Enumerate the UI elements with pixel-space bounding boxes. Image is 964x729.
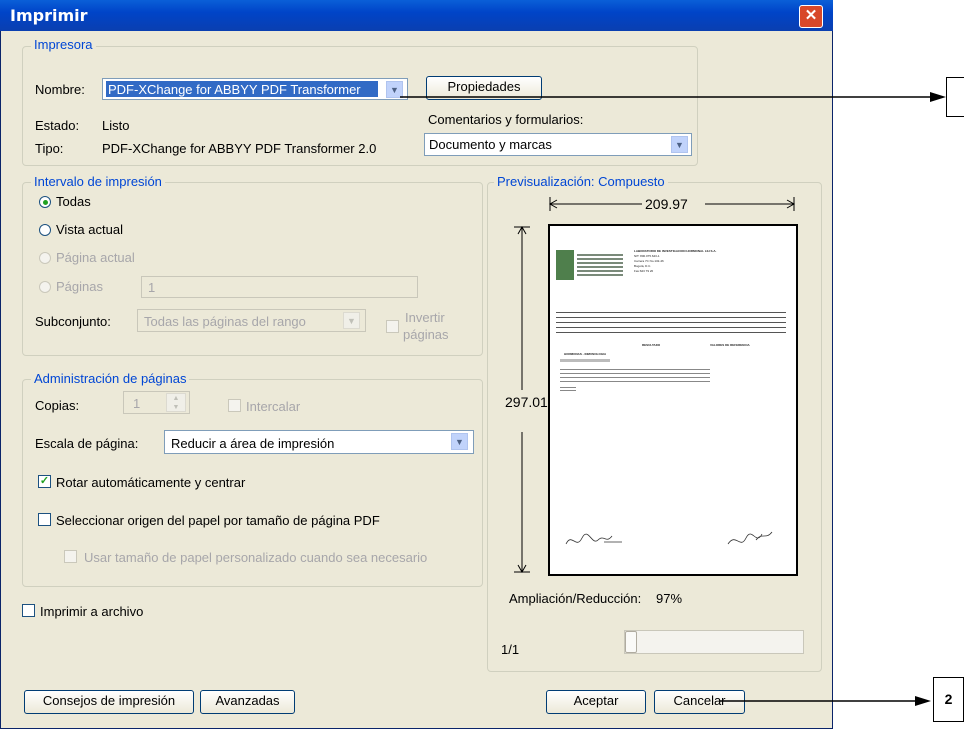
- radio-pages: [39, 281, 51, 293]
- radio-all[interactable]: [39, 196, 51, 208]
- callout-arrow-2: [720, 696, 931, 706]
- doc-address: Carrera 7C No.132-46: [634, 260, 664, 263]
- scale-value: Reducir a área de impresión: [171, 436, 335, 451]
- chevron-down-icon[interactable]: ▼: [451, 433, 468, 450]
- type-label: Tipo:: [35, 141, 64, 156]
- preview-legend: Previsualización: Compuesto: [494, 174, 668, 189]
- dialog-title: Imprimir: [10, 6, 88, 25]
- zoom-value: 97%: [656, 591, 683, 606]
- radio-current-view-label: Vista actual: [56, 222, 123, 237]
- paper-source-checkbox[interactable]: [38, 513, 51, 526]
- paper-source-label: Seleccionar origen del papel por tamaño …: [56, 513, 380, 528]
- printer-name-value: PDF-XChange for ABBYY PDF Transformer: [108, 82, 361, 97]
- doc-fax: Fax:623 79 20: [634, 270, 654, 273]
- callout-arrow-1: [400, 92, 946, 102]
- callout-box-2: 2: [933, 677, 964, 722]
- print-range-legend: Intervalo de impresión: [31, 174, 165, 189]
- chevron-down-icon[interactable]: ▼: [671, 136, 688, 153]
- status-value: Listo: [102, 118, 130, 133]
- doc-patient-block: [556, 312, 786, 334]
- doc-nit: NIT: 800.075.643-1: [634, 255, 660, 258]
- subset-value: Todas las páginas del rango: [144, 314, 306, 329]
- auto-rotate-label: Rotar automáticamente y centrar: [56, 475, 246, 490]
- ok-button[interactable]: Aceptar: [546, 690, 646, 714]
- title-bar[interactable]: [0, 0, 833, 31]
- doc-reference: VALORES DE REFERENCIA: [710, 344, 750, 347]
- page-handling-legend: Administración de páginas: [31, 371, 190, 386]
- auto-rotate-checkbox[interactable]: ✓: [38, 475, 51, 488]
- print-tips-button[interactable]: Consejos de impresión: [24, 690, 194, 714]
- printer-name-label: Nombre:: [35, 82, 85, 97]
- pages-input: [141, 276, 418, 298]
- status-label: Estado:: [35, 118, 80, 133]
- page-indicator: 1/1: [501, 642, 520, 657]
- comments-label: Comentarios y formularios:: [428, 112, 584, 127]
- preview-width: 209.97: [645, 196, 688, 212]
- copies-spin-icon: ▲ ▼: [166, 393, 186, 412]
- close-icon[interactable]: ✕: [799, 5, 823, 28]
- custom-paper-checkbox: [64, 550, 77, 563]
- advanced-button[interactable]: Avanzadas: [200, 690, 295, 714]
- zoom-label: Ampliación/Reducción:: [509, 591, 642, 606]
- signature-right-icon: [727, 531, 773, 545]
- callout-box-1: [946, 77, 964, 117]
- page-slider-track[interactable]: [624, 630, 804, 654]
- radio-pages-label: Páginas: [56, 279, 103, 294]
- pages-input-value: 1: [148, 280, 156, 295]
- doc-city: Bogotá, D.C.: [634, 265, 652, 268]
- comments-value: Documento y marcas: [429, 137, 552, 152]
- doc-lab-name: LABORATORIO DE INVESTIGACION HORMONAL LI…: [634, 250, 717, 253]
- collate-label: Intercalar: [246, 399, 301, 414]
- copies-value: 1: [133, 396, 141, 411]
- doc-results-table: [560, 369, 710, 383]
- doc-section: HORMONAS - INMUNOLOGIA: [564, 353, 607, 356]
- print-to-file-label: Imprimir a archivo: [40, 604, 144, 619]
- doc-note: [560, 387, 576, 393]
- reverse-pages-label-line2: páginas: [403, 327, 449, 342]
- reverse-pages-checkbox: [386, 320, 399, 333]
- custom-paper-label: Usar tamaño de papel personalizado cuand…: [84, 550, 428, 565]
- lab-logo-icon: [556, 250, 574, 280]
- reverse-pages-label-line1: Invertir: [405, 310, 445, 325]
- radio-current-page-label: Página actual: [56, 250, 135, 265]
- print-to-file-checkbox[interactable]: [22, 604, 35, 617]
- scale-label: Escala de página:: [35, 436, 139, 451]
- chevron-down-icon: ▼: [343, 312, 360, 329]
- type-value: PDF-XChange for ABBYY PDF Transformer 2.…: [102, 141, 377, 156]
- printer-legend: Impresora: [31, 37, 96, 52]
- radio-current-view[interactable]: [39, 224, 51, 236]
- subset-label: Subconjunto:: [35, 314, 111, 329]
- lab-logo-text-icon: [577, 254, 623, 276]
- collate-checkbox: [228, 399, 241, 412]
- radio-all-label: Todas: [56, 194, 91, 209]
- signature-left-icon: [565, 533, 622, 545]
- doc-line: [560, 359, 610, 362]
- radio-current-page: [39, 252, 51, 264]
- page-slider-thumb[interactable]: [625, 631, 637, 653]
- doc-results: RESULTADO: [642, 344, 661, 347]
- preview-height: 297.01: [505, 394, 548, 410]
- page-preview: LABORATORIO DE INVESTIGACION HORMONAL LI…: [548, 224, 798, 576]
- copies-label: Copias:: [35, 398, 80, 413]
